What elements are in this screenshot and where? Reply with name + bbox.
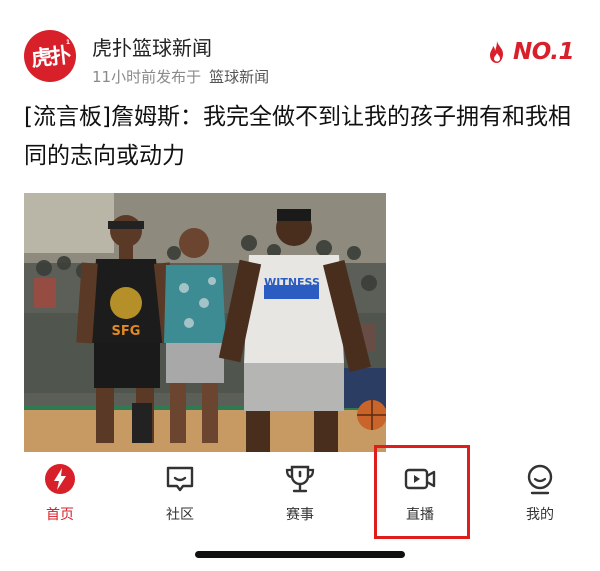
shirt-text: WITNESS <box>264 276 320 289</box>
avatar-logo-mark: 1 <box>65 39 70 46</box>
nav-label-matches: 赛事 <box>286 507 314 523</box>
chat-icon <box>166 466 194 492</box>
bottom-nav: 首页 社区 赛事 直播 我的 <box>0 452 600 536</box>
lightning-icon <box>45 464 75 494</box>
trophy-icon <box>285 465 315 493</box>
post-header: 虎扑 1 虎扑篮球新闻 11小时前发布于 篮球新闻 NO.1 <box>24 26 576 88</box>
fire-icon <box>489 41 503 63</box>
article-title[interactable]: [流言板]詹姆斯：我完全做不到让我的孩子拥有和我相同的志向或动力 <box>24 98 576 176</box>
profile-icon <box>527 464 553 495</box>
author-name[interactable]: 虎扑篮球新闻 <box>92 32 212 61</box>
photo-illustration: SFG WITNESS <box>24 193 386 452</box>
nav-label-community: 社区 <box>166 507 194 523</box>
rank-badge: NO.1 <box>487 38 575 66</box>
rank-text: NO.1 <box>512 39 575 65</box>
jersey-text: SFG <box>112 324 141 339</box>
nav-item-home[interactable]: 首页 <box>10 462 110 532</box>
article-photo[interactable]: SFG WITNESS <box>24 193 386 452</box>
nav-item-matches[interactable]: 赛事 <box>250 462 350 532</box>
post-meta: 11小时前发布于 篮球新闻 <box>92 66 269 87</box>
nav-label-profile: 我的 <box>526 507 554 523</box>
nav-label-home: 首页 <box>46 507 74 523</box>
live-tab-highlight-box <box>374 445 470 539</box>
post-time: 11小时前发布于 <box>92 68 202 86</box>
post-category[interactable]: 篮球新闻 <box>209 68 269 86</box>
nav-item-profile[interactable]: 我的 <box>490 462 590 532</box>
home-indicator[interactable] <box>195 551 405 558</box>
nav-item-community[interactable]: 社区 <box>130 462 230 532</box>
author-avatar[interactable]: 虎扑 1 <box>24 30 76 82</box>
